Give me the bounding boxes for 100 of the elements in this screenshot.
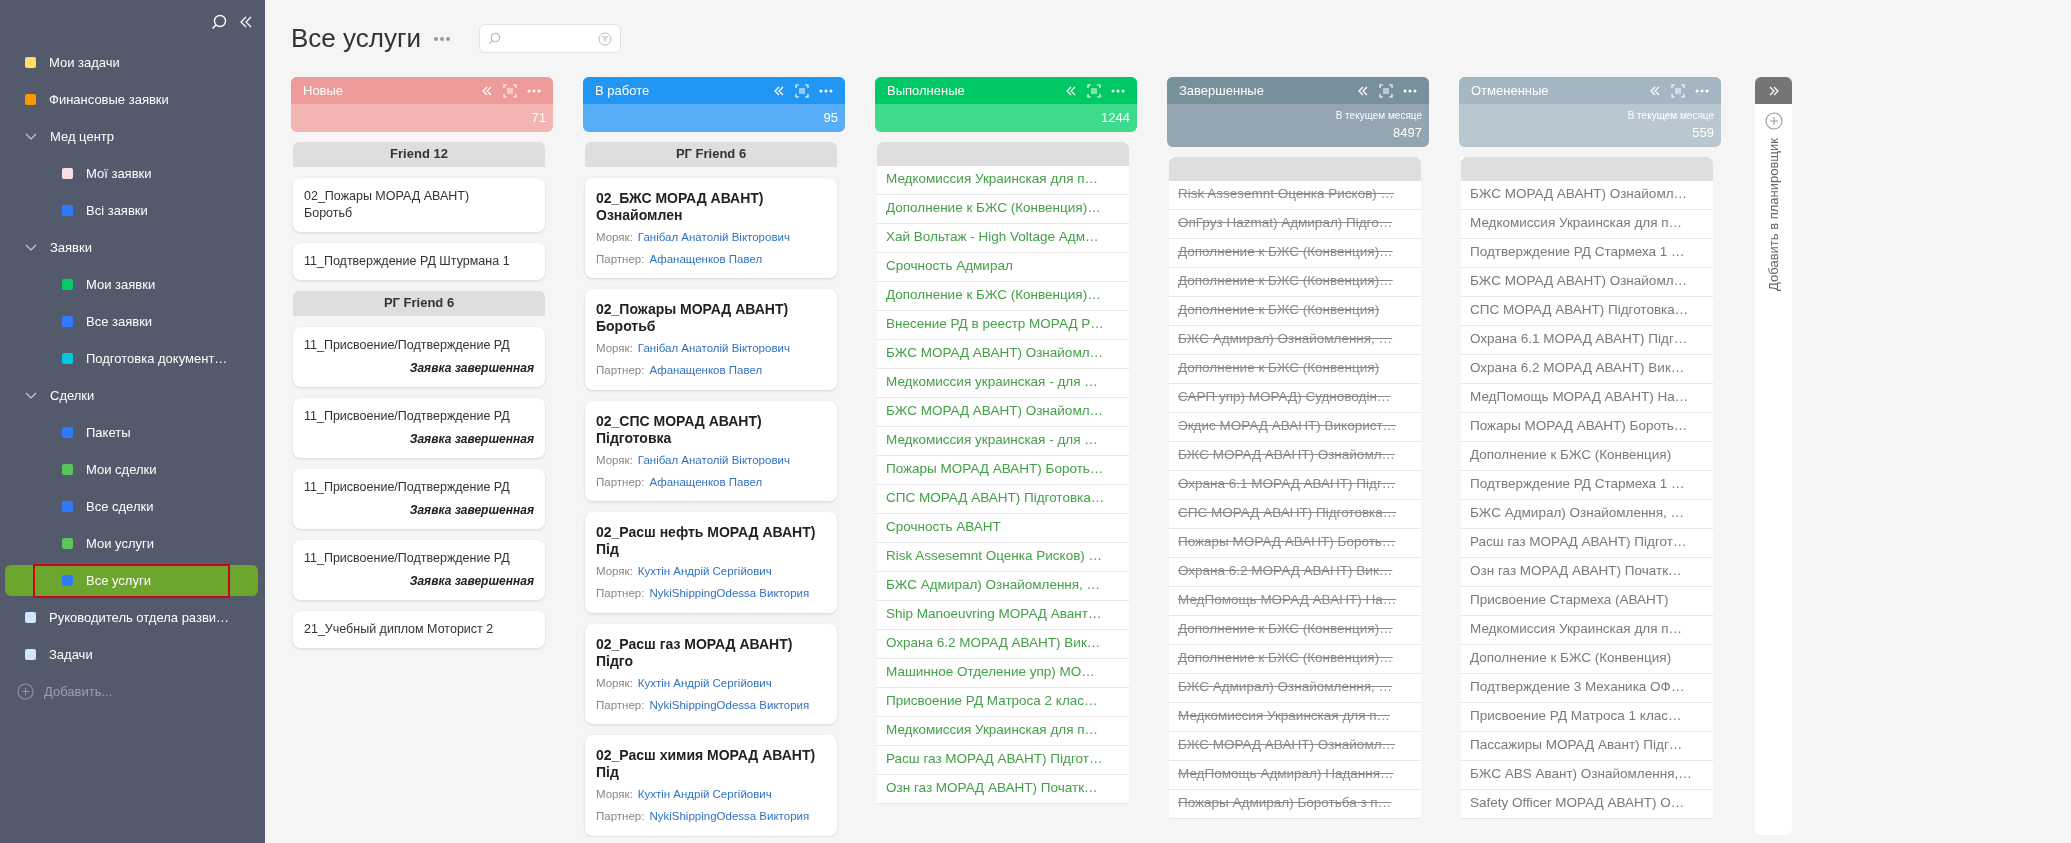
list-row[interactable]: МедПомощь МОРАД АВАНТ) На… xyxy=(1169,586,1421,616)
list-row[interactable]: СПС МОРАД АВАНТ) Підготовка… xyxy=(1461,296,1713,326)
list-row[interactable]: Охрана 6.1 МОРАД АВАНТ) Підг… xyxy=(1461,325,1713,355)
sidebar-item[interactable]: Финансовые заявки xyxy=(5,84,258,115)
list-row[interactable]: САРП упр) МОРАД) Судноводін… xyxy=(1169,383,1421,413)
search-field[interactable] xyxy=(478,24,621,53)
field-link[interactable]: Афанащенков Павел xyxy=(649,362,763,380)
list-row[interactable]: Пожары МОРАД АВАНТ) Бороть… xyxy=(877,455,1129,485)
field-link[interactable]: Кухтін Андрій Сергійович xyxy=(637,674,772,692)
scan-icon[interactable] xyxy=(1087,83,1101,98)
sidebar-item[interactable]: Всі заявки xyxy=(5,195,258,226)
list-row[interactable]: Дополнение к БЖС (Конвенция)… xyxy=(877,194,1129,224)
sidebar-item[interactable]: Подготовка документ… xyxy=(5,343,258,374)
list-row[interactable]: Подтверждение РД Стармеха 1 … xyxy=(1461,470,1713,500)
field-link[interactable]: Кухтін Андрій Сергійович xyxy=(637,786,772,804)
task-card[interactable]: 02_Расш нефть МОРАД АВАНТ) Під Моряк: Кухтін Андрій Сергійович Партнер: NykiShippingOdessa Виктория xyxy=(585,512,837,613)
list-row[interactable]: Экдис МОРАД АВАНТ) Використ… xyxy=(1169,412,1421,442)
list-row[interactable]: Срочность Адмирал xyxy=(877,252,1129,282)
list-row[interactable]: МедПомощь Адмирал) Надання… xyxy=(1169,760,1421,790)
scan-icon[interactable] xyxy=(795,83,809,98)
sidebar-item[interactable]: Мед центр xyxy=(5,121,258,152)
list-row[interactable]: Расш газ МОРАД АВАНТ) Підгот… xyxy=(877,745,1129,775)
add-button[interactable]: Добавить... xyxy=(0,673,265,710)
list-row[interactable]: Дополнение к БЖС (Конвенция) xyxy=(1461,644,1713,674)
list-row[interactable]: Пассажиры МОРАД Авант) Підг… xyxy=(1461,731,1713,761)
list-row[interactable]: БЖС МОРАД АВАНТ) Ознайомл… xyxy=(1169,731,1421,761)
field-link[interactable]: Ганібал Анатолій Вікторович xyxy=(637,451,790,469)
list-row[interactable]: СПС МОРАД АВАНТ) Підготовка… xyxy=(1169,499,1421,529)
scan-icon[interactable] xyxy=(1379,83,1393,98)
sidebar-item[interactable]: Мои сделки xyxy=(5,454,258,485)
field-link[interactable]: NykiShippingOdessa Виктория xyxy=(649,696,810,714)
list-row[interactable]: Пожары Адмирал) Боротьба з п… xyxy=(1169,789,1421,819)
field-link[interactable]: Ганібал Анатолій Вікторович xyxy=(637,340,790,358)
list-row[interactable]: БЖС МОРАД АВАНТ) Ознайомл… xyxy=(1461,180,1713,210)
list-row[interactable]: МедПомощь МОРАД АВАНТ) На… xyxy=(1461,383,1713,413)
list-row[interactable]: Охрана 6.2 МОРАД АВАНТ) Вик… xyxy=(877,629,1129,659)
list-row[interactable]: Присвоение РД Матроса 1 клас… xyxy=(1461,702,1713,732)
list-row[interactable]: Дополнение к БЖС (Конвенция) xyxy=(1169,296,1421,326)
field-link[interactable]: Афанащенков Павел xyxy=(649,473,763,491)
field-link[interactable]: NykiShippingOdessa Виктория xyxy=(649,585,810,603)
task-card[interactable]: 11_Присвоение/Подтверждение РД Заявка завершенная xyxy=(293,539,545,600)
more-icon[interactable] xyxy=(1403,88,1417,93)
list-row[interactable]: Дополнение к БЖС (Конвенция)… xyxy=(1169,267,1421,297)
collapse-icon[interactable] xyxy=(239,16,253,28)
sidebar-item[interactable]: Все сделки xyxy=(5,491,258,522)
list-row[interactable]: Risk Assesemnt Оценка Рисков) … xyxy=(1169,180,1421,210)
task-card[interactable]: 02_Пожары МОРАД АВАНТ) Боротьб Моряк: Ганібал Анатолій Вікторович Партнер: Афанащенков Павел xyxy=(585,289,837,390)
list-row[interactable]: Хай Вольтаж - High Voltage Адм… xyxy=(877,223,1129,253)
scan-icon[interactable] xyxy=(503,83,517,98)
list-row[interactable]: БЖС Адмирал) Ознайомлення, … xyxy=(1461,499,1713,529)
list-row[interactable]: Озн газ МОРАД АВАНТ) Початк… xyxy=(877,774,1129,804)
sidebar-item[interactable]: Руководитель отдела разви… xyxy=(5,602,258,633)
task-card[interactable]: 02_Расш химия МОРАД АВАНТ) Під Моряк: Кухтін Андрій Сергійович Партнер: NykiShippingOdessa Виктория xyxy=(585,735,837,836)
sidebar-item[interactable]: Мои задачи xyxy=(5,47,258,78)
list-row[interactable]: БЖС Адмирал) Ознайомлення, … xyxy=(1169,673,1421,703)
sidebar-item[interactable]: Все услуги xyxy=(5,565,258,596)
more-icon[interactable] xyxy=(432,35,451,42)
list-row[interactable]: Дополнение к БЖС (Конвенция)… xyxy=(1169,644,1421,674)
list-row[interactable]: Присвоение Стармеха (АВАНТ) xyxy=(1461,586,1713,616)
more-icon[interactable] xyxy=(1111,88,1125,93)
list-row[interactable]: Озн газ МОРАД АВАНТ) Початк… xyxy=(1461,557,1713,587)
list-row[interactable]: Медкомиссия Украинская для п… xyxy=(1169,702,1421,732)
list-row[interactable]: Подтверждение 3 Механика ОФ… xyxy=(1461,673,1713,703)
list-row[interactable]: Охрана 6.2 МОРАД АВАНТ) Вик… xyxy=(1169,557,1421,587)
list-row[interactable]: Срочность АВАНТ xyxy=(877,513,1129,543)
field-link[interactable]: Афанащенков Павел xyxy=(649,250,763,268)
expand-icon[interactable] xyxy=(1767,85,1780,96)
list-row[interactable]: БЖС Адмирал) Ознайомлення, … xyxy=(1169,325,1421,355)
list-row[interactable]: Медкомиссия украинская - для … xyxy=(877,426,1129,456)
list-row[interactable]: Расш газ МОРАД АВАНТ) Підгот… xyxy=(1461,528,1713,558)
task-card[interactable]: 21_Учебный диплом Моторист 2 xyxy=(293,610,545,648)
list-row[interactable]: Дополнение к БЖС (Конвенция) xyxy=(1461,441,1713,471)
list-row[interactable]: Дополнение к БЖС (Конвенция) xyxy=(1169,354,1421,384)
list-row[interactable]: СПС МОРАД АВАНТ) Підготовка… xyxy=(877,484,1129,514)
field-link[interactable]: Ганібал Анатолій Вікторович xyxy=(637,228,790,246)
list-row[interactable]: Дополнение к БЖС (Конвенция)… xyxy=(877,281,1129,311)
task-card[interactable]: 11_Присвоение/Подтверждение РД Заявка завершенная xyxy=(293,397,545,458)
task-card[interactable]: 11_Присвоение/Подтверждение РД Заявка завершенная xyxy=(293,326,545,387)
sidebar-item[interactable]: Мои услуги xyxy=(5,528,258,559)
filter-icon[interactable] xyxy=(597,31,612,46)
task-card[interactable]: 11_Присвоение/Подтверждение РД Заявка завершенная xyxy=(293,468,545,529)
more-icon[interactable] xyxy=(527,88,541,93)
list-row[interactable]: Медкомиссия Украинская для п… xyxy=(1461,615,1713,645)
list-row[interactable]: ОпГруз Hazmat) Адмирал) Підго… xyxy=(1169,209,1421,239)
list-row[interactable]: Присвоение РД Матроса 2 клас… xyxy=(877,687,1129,717)
field-link[interactable]: Кухтін Андрій Сергійович xyxy=(637,563,772,581)
task-card[interactable]: 02_Пожары МОРАД АВАНТ) Боротьб xyxy=(293,177,545,232)
list-row[interactable]: Safety Officer МОРАД АВАНТ) О… xyxy=(1461,789,1713,819)
list-row[interactable]: Ship Manoeuvring МОРАД Авант… xyxy=(877,600,1129,630)
list-row[interactable]: БЖС МОРАД АВАНТ) Ознайомл… xyxy=(1461,267,1713,297)
task-card[interactable]: 02_БЖС МОРАД АВАНТ) Ознайомлен Моряк: Ганібал Анатолій Вікторович Партнер: Афанащенков Павел xyxy=(585,177,837,278)
list-row[interactable]: Медкомиссия Украинская для п… xyxy=(877,165,1129,195)
list-row[interactable]: Дополнение к БЖС (Конвенция)… xyxy=(1169,238,1421,268)
sidebar-item[interactable]: Сделки xyxy=(5,380,258,411)
list-row[interactable]: Risk Assesemnt Оценка Рисков) … xyxy=(877,542,1129,572)
list-row[interactable]: Подтверждение РД Стармеха 1 … xyxy=(1461,238,1713,268)
collapse-icon[interactable] xyxy=(1357,85,1369,96)
sidebar-item[interactable]: Мои заявки xyxy=(5,269,258,300)
sidebar-item[interactable]: Заявки xyxy=(5,232,258,263)
field-link[interactable]: NykiShippingOdessa Виктория xyxy=(649,808,810,826)
